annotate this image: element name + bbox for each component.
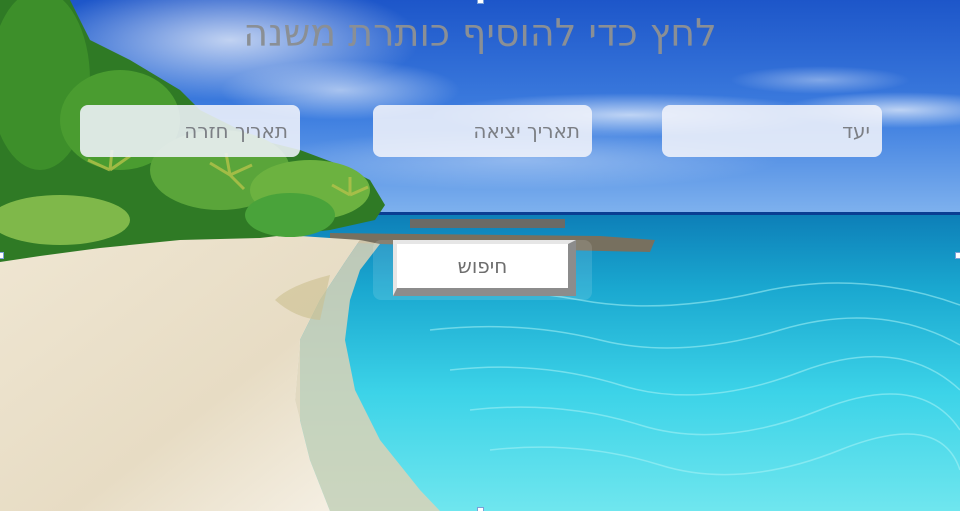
- departure-date-field[interactable]: תאריך יציאה: [373, 105, 592, 157]
- destination-field[interactable]: יעד: [662, 105, 882, 157]
- resize-handle-right[interactable]: [955, 252, 960, 259]
- slide-subtitle-placeholder[interactable]: לחץ כדי להוסיף כותרת משנה: [130, 8, 830, 58]
- resize-handle-left[interactable]: [0, 252, 4, 259]
- return-date-field[interactable]: תאריך חזרה: [80, 105, 300, 157]
- slide-canvas: לחץ כדי להוסיף כותרת משנה יעד תאריך יציא…: [0, 0, 960, 511]
- search-button[interactable]: חיפוש: [393, 240, 576, 296]
- resize-handle-top[interactable]: [477, 0, 484, 4]
- resize-handle-bottom[interactable]: [477, 507, 484, 511]
